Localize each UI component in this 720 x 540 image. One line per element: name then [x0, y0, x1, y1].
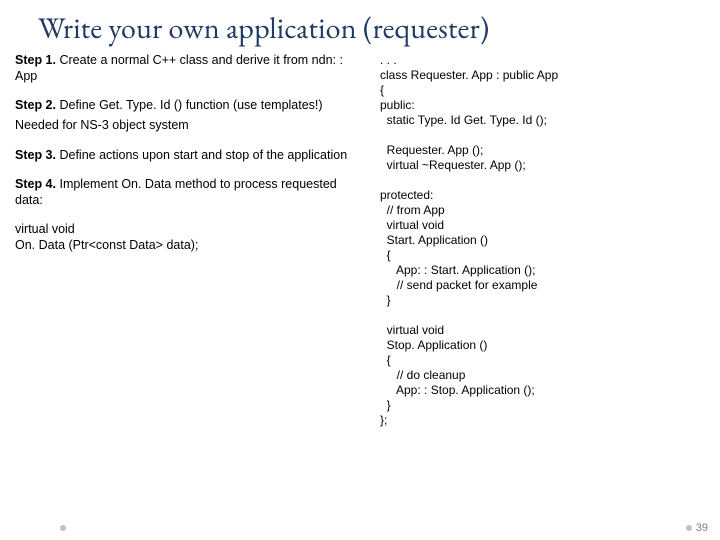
step-2-body: Define Get. Type. Id () function (use te…	[56, 98, 323, 112]
step-3-body: Define actions upon start and stop of th…	[56, 148, 347, 162]
step-1: Step 1. Create a normal C++ class and de…	[15, 53, 365, 84]
left-column: Step 1. Create a normal C++ class and de…	[10, 53, 375, 428]
step-2-extra: Needed for NS-3 object system	[15, 118, 365, 134]
step-2-label: Step 2.	[15, 98, 56, 112]
step-4-code-line2: On. Data (Ptr<const Data> data);	[15, 238, 365, 254]
step-4-label: Step 4.	[15, 177, 56, 191]
right-column: . . . class Requester. App : public App …	[375, 53, 680, 428]
page-number: 39	[696, 522, 708, 534]
step-2: Step 2. Define Get. Type. Id () function…	[15, 98, 365, 114]
step-1-body: Create a normal C++ class and derive it …	[15, 53, 343, 83]
step-4-body-em: On. Data	[121, 177, 171, 191]
page-dot-icon	[686, 525, 692, 531]
code-block: . . . class Requester. App : public App …	[380, 53, 680, 428]
step-4-code-line1: virtual void	[15, 222, 365, 238]
step-3: Step 3. Define actions upon start and st…	[15, 148, 365, 164]
content-columns: Step 1. Create a normal C++ class and de…	[0, 53, 720, 428]
decorative-dot-icon	[60, 525, 66, 531]
step-4: Step 4. Implement On. Data method to pro…	[15, 177, 365, 208]
slide-footer: 39	[686, 522, 708, 534]
slide-title: Write your own application (requester)	[0, 0, 720, 53]
slide: Write your own application (requester) S…	[0, 0, 720, 540]
step-3-label: Step 3.	[15, 148, 56, 162]
step-1-label: Step 1.	[15, 53, 56, 67]
step-4-body-pre: Implement	[56, 177, 121, 191]
